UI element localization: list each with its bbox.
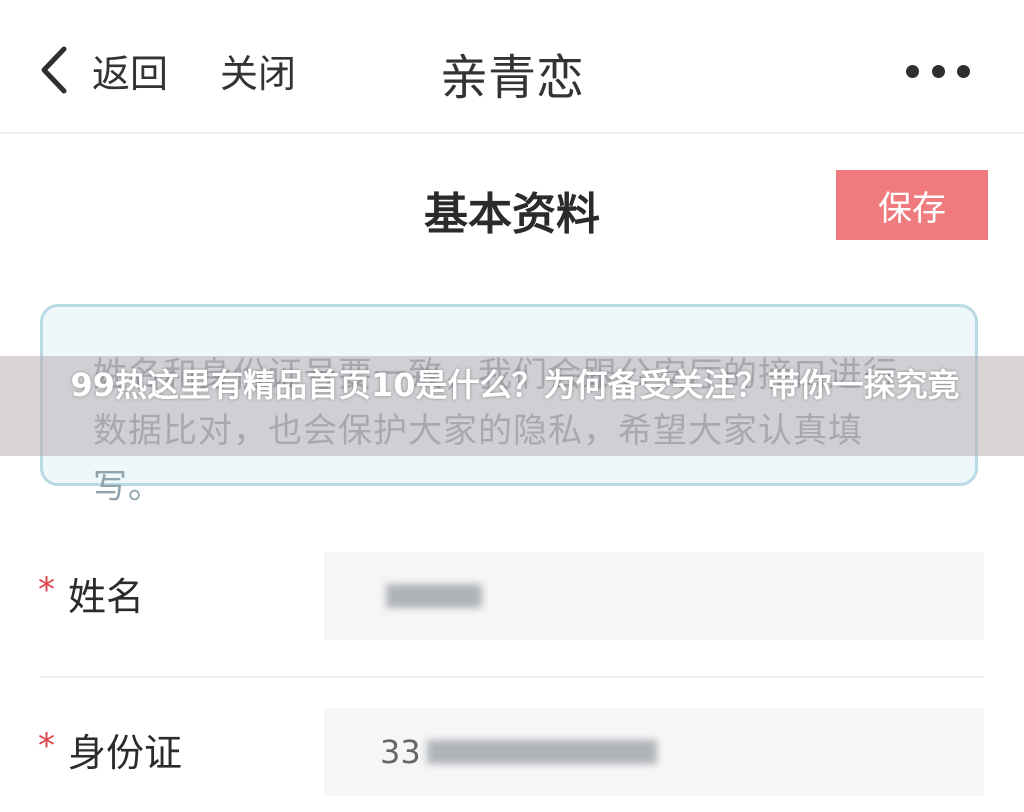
name-input[interactable] [324,552,984,640]
form-divider [40,676,984,678]
top-navigation-bar: 返回 关闭 亲青恋 [0,0,1024,134]
back-button[interactable]: 返回 [36,40,168,100]
form-row-id-card: * 身份证 33 [0,708,1024,798]
more-dot-icon [931,64,945,78]
name-label: 姓名 [68,575,145,619]
more-dot-icon [957,64,970,78]
more-dot-icon [906,64,919,78]
id-card-redacted-block [426,740,657,764]
required-mark: * [38,570,55,610]
back-label: 返回 [92,51,169,96]
id-card-value: 33 [380,733,421,771]
close-button[interactable]: 关闭 [220,40,296,100]
id-card-input[interactable]: 33 [324,708,984,796]
more-options-button[interactable] [906,55,970,87]
form-row-name: * 姓名 [0,552,1024,642]
headline-overlay-banner: 99热这里有精品首页10是什么？为何备受关注？带你一探究竟 [0,356,1024,456]
name-redacted-block [386,584,482,608]
page-header: 基本资料 保存 [0,140,1024,270]
save-button[interactable]: 保存 [836,170,988,240]
required-mark: * [38,726,55,766]
overlay-headline: 99热这里有精品首页10是什么？为何备受关注？带你一探究竟 [70,366,960,404]
id-card-label: 身份证 [68,731,183,775]
chevron-left-icon [41,46,67,94]
